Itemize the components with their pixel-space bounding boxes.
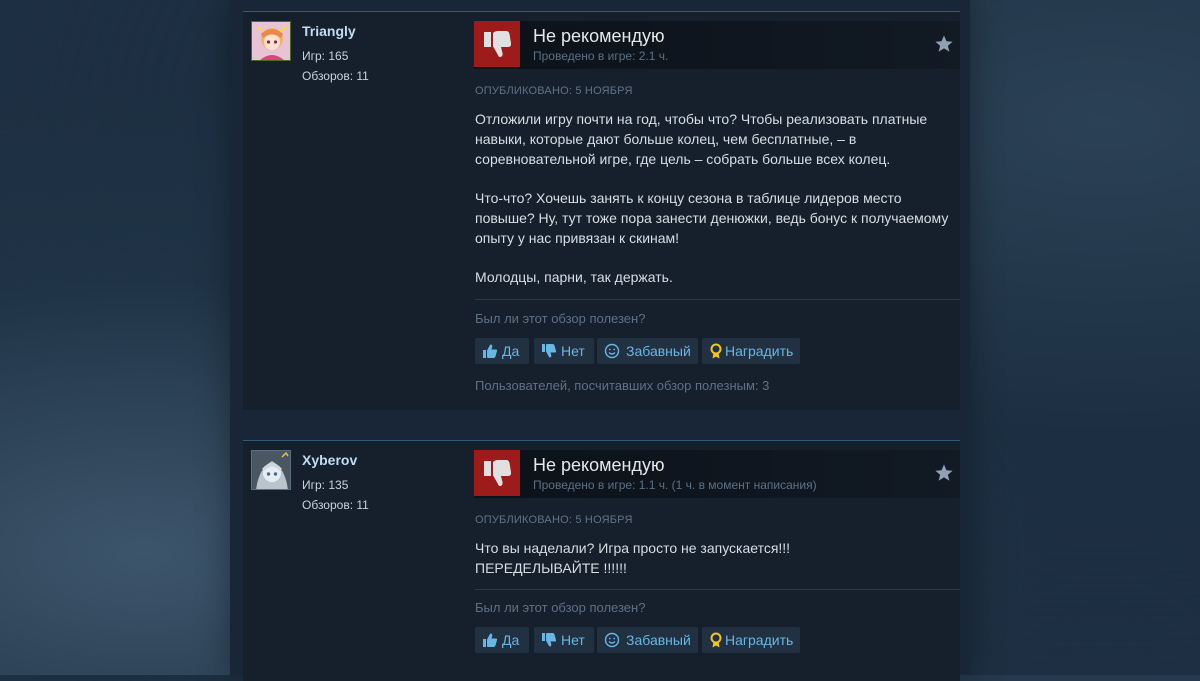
review-paragraph: Молодцы, парни, так держать. bbox=[475, 269, 673, 285]
thumbs-down-icon bbox=[474, 21, 520, 67]
author-name[interactable]: Triangly bbox=[302, 23, 356, 39]
award-label: Наградить bbox=[725, 343, 794, 359]
star-icon[interactable] bbox=[934, 463, 954, 483]
award-button[interactable]: Наградить bbox=[702, 338, 800, 364]
author-name[interactable]: Xyberov bbox=[302, 452, 357, 468]
author-reviews-count[interactable]: Обзоров: 11 bbox=[302, 498, 369, 512]
thumbs-up-icon bbox=[483, 344, 498, 358]
thumbs-down-icon bbox=[542, 633, 557, 647]
review-paragraph: Что-что? Хочешь занять к концу сезона в … bbox=[475, 190, 949, 246]
playtime: Проведено в игре: 1.1 ч. (1 ч. в момент … bbox=[533, 478, 817, 492]
vote-title: Не рекомендую bbox=[533, 455, 665, 475]
smiley-icon bbox=[604, 343, 620, 359]
vote-yes-label: Да bbox=[502, 632, 520, 648]
vote-funny-label: Забавный bbox=[626, 343, 691, 359]
review-text: Отложили игру почти на год, чтобы что? Ч… bbox=[475, 109, 955, 306]
posted-date: ОПУБЛИКОВАНО: 5 НОЯБРЯ bbox=[475, 85, 633, 97]
smiley-icon bbox=[604, 632, 620, 648]
posted-date: ОПУБЛИКОВАНО: 5 НОЯБРЯ bbox=[475, 514, 633, 526]
award-icon bbox=[710, 632, 722, 648]
vote-no-label: Нет bbox=[561, 632, 585, 648]
review-author[interactable]: Triangly Игр: 165 Обзоров: 11 bbox=[251, 21, 461, 83]
divider bbox=[475, 299, 960, 300]
author-games-count[interactable]: Игр: 165 bbox=[302, 49, 348, 63]
award-button[interactable]: Наградить bbox=[702, 627, 800, 653]
star-icon[interactable] bbox=[934, 34, 954, 54]
review-paragraph: Отложили игру почти на год, чтобы что? Ч… bbox=[475, 111, 928, 167]
playtime: Проведено в игре: 2.1 ч. bbox=[533, 49, 669, 63]
vote-header[interactable]: Не рекомендую Проведено в игре: 1.1 ч. (… bbox=[474, 450, 960, 498]
vote-funny-label: Забавный bbox=[626, 632, 691, 648]
helpful-count: Пользователей, посчитавших обзор полезны… bbox=[475, 378, 770, 393]
vote-yes-button[interactable]: Да bbox=[475, 627, 529, 653]
thumbs-down-icon bbox=[542, 344, 557, 358]
helpful-question: Был ли этот обзор полезен? bbox=[475, 600, 646, 615]
vote-yes-label: Да bbox=[502, 343, 520, 359]
vote-header[interactable]: Не рекомендую Проведено в игре: 2.1 ч. bbox=[474, 21, 960, 69]
vote-no-label: Нет bbox=[561, 343, 585, 359]
vote-no-button[interactable]: Нет bbox=[534, 627, 594, 653]
review-author[interactable]: Xyberov Игр: 135 Обзоров: 11 bbox=[251, 450, 461, 512]
vote-yes-button[interactable]: Да bbox=[475, 338, 529, 364]
helpful-question: Был ли этот обзор полезен? bbox=[475, 311, 646, 326]
review-card: Triangly Игр: 165 Обзоров: 11 Не рекомен… bbox=[243, 11, 960, 410]
avatar[interactable] bbox=[251, 450, 291, 490]
award-icon bbox=[710, 343, 722, 359]
vote-funny-button[interactable]: Забавный bbox=[597, 627, 698, 653]
thumbs-down-icon bbox=[474, 450, 520, 496]
author-games-count[interactable]: Игр: 135 bbox=[302, 478, 348, 492]
author-reviews-count[interactable]: Обзоров: 11 bbox=[302, 69, 369, 83]
review-paragraph: Что вы наделали? Игра просто не запускае… bbox=[475, 540, 791, 576]
divider bbox=[475, 589, 960, 590]
avatar[interactable] bbox=[251, 21, 291, 61]
vote-title: Не рекомендую bbox=[533, 26, 665, 46]
vote-no-button[interactable]: Нет bbox=[534, 338, 594, 364]
vote-funny-button[interactable]: Забавный bbox=[597, 338, 698, 364]
thumbs-up-icon bbox=[483, 633, 498, 647]
award-label: Наградить bbox=[725, 632, 794, 648]
review-card: Xyberov Игр: 135 Обзоров: 11 Не рекоменд… bbox=[243, 440, 960, 681]
